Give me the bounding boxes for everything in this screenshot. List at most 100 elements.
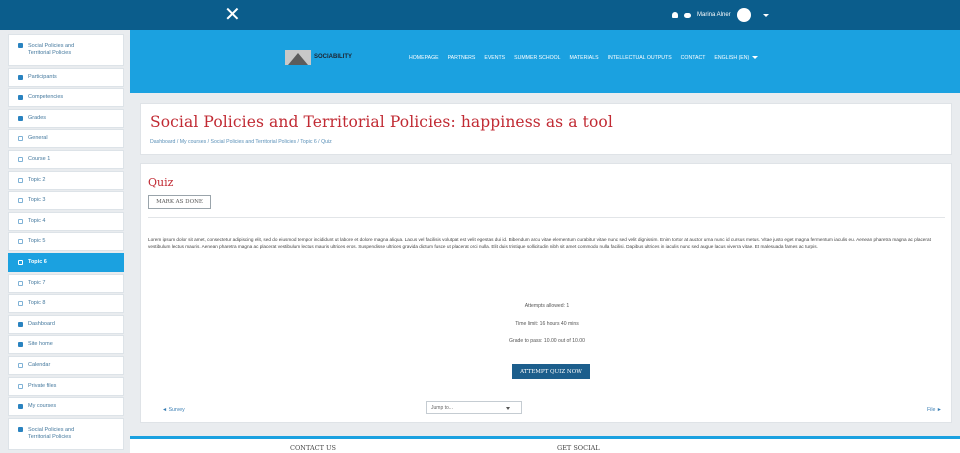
chat-icon[interactable]	[684, 12, 691, 18]
sidebar-item-topic-3[interactable]: Topic 3	[8, 191, 124, 211]
footer-contact-heading: CONTACT US	[290, 444, 336, 452]
sidebar-item-label: Private files	[28, 382, 57, 389]
folder-icon	[18, 218, 23, 224]
attempt-quiz-button[interactable]: ATTEMPT QUIZ NOW	[512, 364, 590, 379]
folder-icon	[18, 156, 23, 162]
sidebar-item-course-1[interactable]: Course 1	[8, 149, 124, 169]
sidebar-item-label: Competencies	[28, 94, 64, 101]
sidebar-item-calendar[interactable]: Calendar	[8, 355, 124, 375]
nav-partners[interactable]: PARTNERS	[448, 55, 476, 61]
grade-to-pass: Grade to pass: 10.00 out of 10.00	[509, 338, 585, 344]
sidebar-item-label: Course 1	[28, 155, 51, 162]
home-icon	[18, 342, 23, 348]
sidebar-item-label: General	[28, 135, 48, 142]
sidebar-item-label: Grades	[28, 114, 47, 121]
nav-materials[interactable]: MATERIALS	[570, 55, 599, 61]
prev-activity-link[interactable]: ◄ Survey	[162, 407, 185, 413]
page-title: Social Policies and Territorial Policies…	[150, 113, 613, 131]
dashboard-icon	[18, 321, 23, 327]
users-icon	[18, 74, 23, 80]
folder-icon	[18, 198, 23, 204]
folder-icon	[18, 259, 23, 265]
chevron-down-icon	[752, 56, 759, 59]
sidebar-item-course-link[interactable]: Social Policies and Territorial Policies	[8, 417, 124, 450]
hat-icon	[18, 426, 23, 432]
sidebar-item-topic-8[interactable]: Topic 8	[8, 294, 124, 314]
sidebar-item-topic-6[interactable]: Topic 6	[8, 252, 124, 272]
sidebar-item-label: Calendar	[28, 361, 51, 368]
sidebar-item-private-files[interactable]: Private files	[8, 376, 124, 396]
sidebar-item-label: My courses	[28, 403, 57, 410]
sidebar-item-dashboard[interactable]: Dashboard	[8, 314, 124, 334]
sidebar-item-my-courses[interactable]: My courses	[8, 397, 124, 417]
logo-text: SOCIABILITY	[314, 54, 353, 60]
sidebar-item-course[interactable]: Social Policies and Territorial Policies	[8, 34, 124, 66]
folder-icon	[18, 239, 23, 245]
sidebar-item-topic-7[interactable]: Topic 7	[8, 273, 124, 293]
folder-icon	[18, 280, 23, 286]
mark-as-done-button[interactable]: MARK AS DONE	[148, 195, 211, 209]
sidebar-item-label: Topic 7	[28, 279, 46, 286]
sidebar-item-label: Site home	[28, 341, 53, 348]
hat-icon	[18, 43, 23, 48]
user-name[interactable]: Marina Alner	[697, 12, 731, 18]
chevron-down-icon	[506, 407, 510, 410]
table-icon	[18, 115, 23, 121]
sidebar-item-competencies[interactable]: Competencies	[8, 88, 124, 108]
nav-events[interactable]: EVENTS	[484, 55, 505, 61]
calendar-icon	[18, 362, 23, 368]
jump-to-select[interactable]: Jump to...	[426, 401, 522, 414]
folder-icon	[18, 301, 23, 307]
folder-icon	[18, 177, 23, 183]
check-icon	[18, 95, 23, 101]
time-limit: Time limit: 16 hours 40 mins	[515, 321, 579, 327]
site-logo[interactable]: SOCIABILITY	[285, 48, 357, 66]
folder-icon	[18, 136, 23, 142]
language-label: ENGLISH (EN)	[714, 55, 750, 61]
close-drawer-icon[interactable]: ✕	[224, 3, 241, 25]
jump-to-label: Jump to...	[431, 404, 453, 411]
divider	[148, 217, 945, 218]
main-nav: HOMEPAGE PARTNERS EVENTS SUMMER SCHOOL M…	[409, 55, 759, 61]
nav-homepage[interactable]: HOMEPAGE	[409, 55, 439, 61]
quiz-description: Lorem ipsum dolor sit amet, consectetur …	[148, 237, 931, 250]
top-bar: ✕ Marina Alner	[0, 0, 960, 30]
sidebar-item-label: Topic 8	[28, 300, 46, 307]
site-header: SOCIABILITY HOMEPAGE PARTNERS EVENTS SUM…	[130, 30, 960, 93]
attempts-allowed: Attempts allowed: 1	[524, 303, 570, 309]
file-icon	[18, 383, 23, 389]
sidebar-item-label: Social Policies and Territorial Policies	[28, 43, 75, 56]
user-menu[interactable]: Marina Alner	[672, 8, 769, 22]
sidebar-item-label: Topic 3	[28, 197, 46, 204]
nav-summer-school[interactable]: SUMMER SCHOOL	[514, 55, 560, 61]
sidebar-item-topic-5[interactable]: Topic 5	[8, 232, 124, 252]
sidebar-item-general[interactable]: General	[8, 129, 124, 149]
breadcrumb[interactable]: Dashboard / My courses / Social Policies…	[150, 139, 332, 145]
sidebar-nav: Social Policies and Territorial Policies…	[8, 34, 124, 453]
nav-contact[interactable]: CONTACT	[681, 55, 706, 61]
site-footer: CONTACT US GET SOCIAL	[130, 436, 960, 453]
quiz-card: Quiz MARK AS DONE Lorem ipsum dolor sit …	[140, 163, 952, 423]
quiz-heading: Quiz	[148, 176, 174, 189]
bell-icon[interactable]	[672, 12, 678, 18]
sidebar-item-label: Social Policies and Territorial Policies	[28, 426, 75, 440]
chevron-down-icon[interactable]	[762, 13, 769, 17]
nav-language[interactable]: ENGLISH (EN)	[714, 55, 759, 61]
sidebar-item-grades[interactable]: Grades	[8, 108, 124, 128]
hat-icon	[18, 404, 23, 410]
footer-social-heading: GET SOCIAL	[557, 444, 600, 452]
sidebar-item-participants[interactable]: Participants	[8, 67, 124, 87]
sidebar-item-label: Dashboard	[28, 320, 55, 327]
sidebar-item-topic-2[interactable]: Topic 2	[8, 170, 124, 190]
logo-mark	[285, 49, 311, 65]
next-activity-link[interactable]: File ►	[927, 407, 942, 413]
page-header-card: Social Policies and Territorial Policies…	[140, 103, 952, 155]
sidebar-item-label: Topic 6	[28, 258, 47, 265]
sidebar-item-label: Participants	[28, 73, 57, 80]
sidebar-item-label: Topic 2	[28, 176, 46, 183]
sidebar-item-site-home[interactable]: Site home	[8, 335, 124, 355]
nav-intellectual-outputs[interactable]: INTELLECTUAL OUTPUTS	[608, 55, 672, 61]
sidebar-item-topic-4[interactable]: Topic 4	[8, 211, 124, 231]
avatar[interactable]	[736, 8, 751, 22]
sidebar-item-label: Topic 4	[28, 217, 46, 224]
